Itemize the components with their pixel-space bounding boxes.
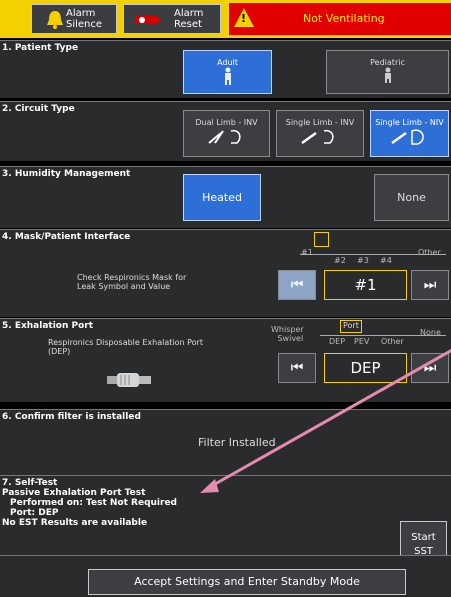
circuit-icon [301, 129, 334, 145]
humidity-section: 3. Humidity Management Heated None [0, 166, 451, 228]
circuit-icon [207, 129, 241, 144]
self-test-line1: Passive Exhalation Port Test [2, 488, 146, 498]
dual-limb-inv-label: Dual Limb - INV [195, 118, 258, 127]
skip-next-icon: ⏭ [423, 277, 437, 293]
exhalation-scale-pev: PEV [354, 337, 370, 346]
pediatric-option[interactable]: Pediatric [326, 50, 449, 94]
exhalation-value-box: DEP [324, 353, 407, 383]
mask-scale-2: #2 [334, 256, 346, 265]
skip-next-icon: ⏭ [423, 360, 437, 376]
mask-section: 4. Mask/Patient Interface Check Respiron… [0, 229, 451, 317]
exhalation-prev-button[interactable]: ⏮ [278, 353, 316, 383]
alarm-status-text: Not Ventilating [303, 12, 385, 25]
warning-icon: ! [234, 8, 254, 27]
single-limb-inv-option[interactable]: Single Limb - INV [276, 110, 364, 157]
mask-scale-1: #1 [301, 248, 313, 257]
mask-value-box: #1 [324, 270, 407, 300]
filter-section: 6. Confirm filter is installed Filter In… [0, 409, 451, 475]
mask-scale-flag [314, 232, 329, 247]
single-limb-inv-label: Single Limb - INV [285, 118, 355, 127]
dual-limb-inv-option[interactable]: Dual Limb - INV [183, 110, 270, 157]
mask-prev-button[interactable]: ⏮ [278, 270, 316, 300]
setup-panel: 1. Patient Type Adult Pediatric 2. Circu… [0, 38, 451, 597]
person-icon [224, 67, 231, 85]
circuit-type-section: 2. Circuit Type Dual Limb - INV Single L… [0, 101, 451, 161]
exhalation-scale-other: Other [381, 337, 404, 346]
mask-scale-4: #4 [380, 256, 392, 265]
skip-previous-icon: ⏮ [290, 277, 304, 293]
mask-next-button[interactable]: ⏭ [411, 270, 449, 300]
footer-bar: Accept Settings and Enter Standby Mode [0, 555, 451, 597]
circuit-icon [390, 129, 424, 145]
humidity-title: 3. Humidity Management [2, 169, 131, 179]
alarm-reset-label-line2: Reset [174, 19, 202, 30]
adult-label: Adult [217, 58, 238, 67]
alarm-silence-label-line1: Alarm [66, 8, 96, 19]
alarm-silence-button[interactable]: Alarm Silence [31, 4, 117, 34]
skip-previous-icon: ⏮ [290, 360, 304, 376]
self-test-title: 7. Self-Test [2, 478, 58, 488]
mask-value: #1 [354, 276, 377, 294]
exhalation-next-button[interactable]: ⏭ [411, 353, 449, 383]
exhalation-section: 5. Exhalation Port Respironics Disposabl… [0, 318, 451, 402]
alarm-status-banner: ! Not Ventilating [229, 3, 451, 35]
exhalation-scale-dep: DEP [329, 337, 346, 346]
adult-option[interactable]: Adult [183, 50, 272, 94]
patient-type-section: 1. Patient Type Adult Pediatric [0, 40, 451, 98]
top-bar: Alarm Silence Alarm Reset ! Not Ventilat… [0, 0, 451, 38]
alarm-reset-button[interactable]: Alarm Reset [123, 4, 221, 34]
bell-icon [47, 11, 63, 29]
person-icon [384, 67, 391, 83]
pediatric-label: Pediatric [370, 58, 405, 67]
none-humidity-option[interactable]: None [374, 174, 449, 221]
mask-title: 4. Mask/Patient Interface [2, 232, 131, 242]
single-limb-niv-label: Single Limb - NIV [375, 118, 444, 127]
ventilator-setup-screen: Alarm Silence Alarm Reset ! Not Ventilat… [0, 0, 451, 597]
mask-scale-3: #3 [357, 256, 369, 265]
filter-title: 6. Confirm filter is installed [2, 412, 141, 422]
exhalation-value: DEP [350, 359, 381, 377]
exhalation-title: 5. Exhalation Port [2, 321, 94, 331]
self-test-line4: No EST Results are available [2, 518, 148, 528]
none-humidity-label: None [397, 191, 426, 204]
heated-label: Heated [202, 191, 242, 204]
circuit-type-title: 2. Circuit Type [2, 104, 75, 114]
exhalation-scale-flag: Port [340, 320, 362, 333]
filter-status: Filter Installed [198, 436, 276, 449]
exhalation-port-icon [107, 373, 151, 387]
exhalation-scale-port: Port [343, 321, 359, 330]
self-test-line2: Performed on: Test Not Required [10, 498, 178, 508]
single-limb-niv-option[interactable]: Single Limb - NIV [370, 110, 449, 157]
patient-type-title: 1. Patient Type [2, 43, 79, 53]
exhalation-description: Respironics Disposable Exhalation Port (… [48, 338, 203, 356]
alarm-reset-label-line1: Alarm [174, 8, 204, 19]
heated-option[interactable]: Heated [183, 174, 261, 221]
exhalation-scale-none: None [420, 328, 441, 337]
accept-settings-button[interactable]: Accept Settings and Enter Standby Mode [88, 569, 406, 595]
self-test-line3: Port: DEP [10, 508, 59, 518]
mask-description: Check Respironics Mask for Leak Symbol a… [77, 273, 187, 291]
exhalation-scale-whisper: Whisper Swivel [271, 325, 304, 343]
mask-scale-other: Other [418, 248, 441, 257]
alarm-silence-label-line2: Silence [66, 19, 103, 30]
alarm-reset-icon [135, 14, 162, 26]
